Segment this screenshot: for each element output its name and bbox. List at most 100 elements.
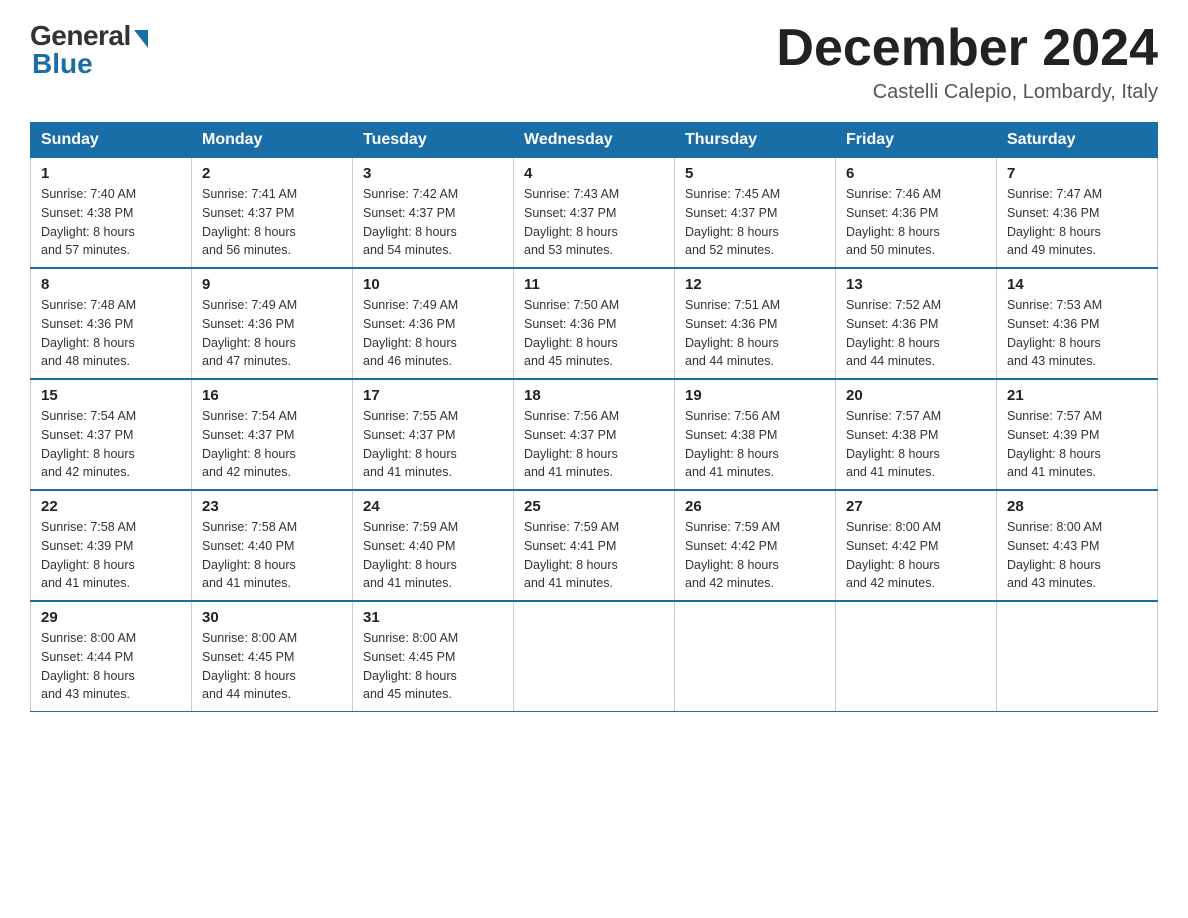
calendar-table: Sunday Monday Tuesday Wednesday Thursday… [30,122,1158,712]
day-info: Sunrise: 7:59 AM Sunset: 4:42 PM Dayligh… [685,518,825,593]
table-row: 30 Sunrise: 8:00 AM Sunset: 4:45 PM Dayl… [192,601,353,712]
day-info: Sunrise: 7:45 AM Sunset: 4:37 PM Dayligh… [685,185,825,260]
calendar-week-row: 1 Sunrise: 7:40 AM Sunset: 4:38 PM Dayli… [31,158,1158,269]
calendar-week-row: 22 Sunrise: 7:58 AM Sunset: 4:39 PM Dayl… [31,490,1158,601]
table-row: 20 Sunrise: 7:57 AM Sunset: 4:38 PM Dayl… [836,379,997,490]
day-number: 28 [1007,498,1147,515]
day-info: Sunrise: 8:00 AM Sunset: 4:43 PM Dayligh… [1007,518,1147,593]
day-number: 1 [41,165,181,182]
day-number: 23 [202,498,342,515]
table-row: 28 Sunrise: 8:00 AM Sunset: 4:43 PM Dayl… [997,490,1158,601]
table-row: 17 Sunrise: 7:55 AM Sunset: 4:37 PM Dayl… [353,379,514,490]
table-row: 8 Sunrise: 7:48 AM Sunset: 4:36 PM Dayli… [31,268,192,379]
logo-arrow-icon [134,30,148,48]
day-info: Sunrise: 7:41 AM Sunset: 4:37 PM Dayligh… [202,185,342,260]
day-info: Sunrise: 7:46 AM Sunset: 4:36 PM Dayligh… [846,185,986,260]
day-number: 17 [363,387,503,404]
calendar-week-row: 8 Sunrise: 7:48 AM Sunset: 4:36 PM Dayli… [31,268,1158,379]
page-header: General Blue December 2024 Castelli Cale… [30,20,1158,104]
day-number: 4 [524,165,664,182]
day-info: Sunrise: 7:55 AM Sunset: 4:37 PM Dayligh… [363,407,503,482]
logo: General Blue [30,20,148,80]
day-info: Sunrise: 7:51 AM Sunset: 4:36 PM Dayligh… [685,296,825,371]
header-saturday: Saturday [997,123,1158,158]
header-friday: Friday [836,123,997,158]
day-number: 24 [363,498,503,515]
day-number: 27 [846,498,986,515]
header-row: Sunday Monday Tuesday Wednesday Thursday… [31,123,1158,158]
day-info: Sunrise: 7:48 AM Sunset: 4:36 PM Dayligh… [41,296,181,371]
table-row [514,601,675,712]
day-number: 25 [524,498,664,515]
month-title: December 2024 [776,20,1158,77]
logo-blue-text: Blue [32,48,93,80]
table-row: 1 Sunrise: 7:40 AM Sunset: 4:38 PM Dayli… [31,158,192,269]
day-info: Sunrise: 8:00 AM Sunset: 4:45 PM Dayligh… [363,629,503,704]
title-area: December 2024 Castelli Calepio, Lombardy… [776,20,1158,104]
header-tuesday: Tuesday [353,123,514,158]
table-row: 26 Sunrise: 7:59 AM Sunset: 4:42 PM Dayl… [675,490,836,601]
day-number: 13 [846,276,986,293]
day-info: Sunrise: 7:43 AM Sunset: 4:37 PM Dayligh… [524,185,664,260]
header-thursday: Thursday [675,123,836,158]
table-row: 29 Sunrise: 8:00 AM Sunset: 4:44 PM Dayl… [31,601,192,712]
table-row: 31 Sunrise: 8:00 AM Sunset: 4:45 PM Dayl… [353,601,514,712]
table-row: 4 Sunrise: 7:43 AM Sunset: 4:37 PM Dayli… [514,158,675,269]
day-info: Sunrise: 7:56 AM Sunset: 4:37 PM Dayligh… [524,407,664,482]
day-info: Sunrise: 7:56 AM Sunset: 4:38 PM Dayligh… [685,407,825,482]
table-row: 14 Sunrise: 7:53 AM Sunset: 4:36 PM Dayl… [997,268,1158,379]
day-info: Sunrise: 7:54 AM Sunset: 4:37 PM Dayligh… [202,407,342,482]
table-row: 9 Sunrise: 7:49 AM Sunset: 4:36 PM Dayli… [192,268,353,379]
day-number: 31 [363,609,503,626]
calendar-week-row: 29 Sunrise: 8:00 AM Sunset: 4:44 PM Dayl… [31,601,1158,712]
day-number: 9 [202,276,342,293]
day-info: Sunrise: 7:54 AM Sunset: 4:37 PM Dayligh… [41,407,181,482]
day-number: 26 [685,498,825,515]
header-sunday: Sunday [31,123,192,158]
table-row: 24 Sunrise: 7:59 AM Sunset: 4:40 PM Dayl… [353,490,514,601]
table-row: 11 Sunrise: 7:50 AM Sunset: 4:36 PM Dayl… [514,268,675,379]
header-monday: Monday [192,123,353,158]
day-number: 19 [685,387,825,404]
day-number: 3 [363,165,503,182]
table-row [836,601,997,712]
day-number: 8 [41,276,181,293]
day-info: Sunrise: 7:49 AM Sunset: 4:36 PM Dayligh… [202,296,342,371]
day-number: 30 [202,609,342,626]
table-row: 5 Sunrise: 7:45 AM Sunset: 4:37 PM Dayli… [675,158,836,269]
day-info: Sunrise: 7:53 AM Sunset: 4:36 PM Dayligh… [1007,296,1147,371]
day-number: 22 [41,498,181,515]
day-info: Sunrise: 7:57 AM Sunset: 4:38 PM Dayligh… [846,407,986,482]
day-number: 20 [846,387,986,404]
table-row [997,601,1158,712]
day-info: Sunrise: 7:42 AM Sunset: 4:37 PM Dayligh… [363,185,503,260]
table-row: 10 Sunrise: 7:49 AM Sunset: 4:36 PM Dayl… [353,268,514,379]
day-info: Sunrise: 7:59 AM Sunset: 4:40 PM Dayligh… [363,518,503,593]
day-info: Sunrise: 8:00 AM Sunset: 4:44 PM Dayligh… [41,629,181,704]
table-row [675,601,836,712]
day-info: Sunrise: 7:58 AM Sunset: 4:40 PM Dayligh… [202,518,342,593]
day-number: 6 [846,165,986,182]
day-info: Sunrise: 7:52 AM Sunset: 4:36 PM Dayligh… [846,296,986,371]
header-wednesday: Wednesday [514,123,675,158]
day-number: 10 [363,276,503,293]
table-row: 22 Sunrise: 7:58 AM Sunset: 4:39 PM Dayl… [31,490,192,601]
day-number: 21 [1007,387,1147,404]
day-number: 18 [524,387,664,404]
day-info: Sunrise: 7:58 AM Sunset: 4:39 PM Dayligh… [41,518,181,593]
table-row: 23 Sunrise: 7:58 AM Sunset: 4:40 PM Dayl… [192,490,353,601]
day-number: 15 [41,387,181,404]
table-row: 12 Sunrise: 7:51 AM Sunset: 4:36 PM Dayl… [675,268,836,379]
table-row: 19 Sunrise: 7:56 AM Sunset: 4:38 PM Dayl… [675,379,836,490]
day-info: Sunrise: 7:57 AM Sunset: 4:39 PM Dayligh… [1007,407,1147,482]
table-row: 15 Sunrise: 7:54 AM Sunset: 4:37 PM Dayl… [31,379,192,490]
day-number: 11 [524,276,664,293]
table-row: 13 Sunrise: 7:52 AM Sunset: 4:36 PM Dayl… [836,268,997,379]
day-info: Sunrise: 7:47 AM Sunset: 4:36 PM Dayligh… [1007,185,1147,260]
table-row: 16 Sunrise: 7:54 AM Sunset: 4:37 PM Dayl… [192,379,353,490]
table-row: 18 Sunrise: 7:56 AM Sunset: 4:37 PM Dayl… [514,379,675,490]
table-row: 3 Sunrise: 7:42 AM Sunset: 4:37 PM Dayli… [353,158,514,269]
day-info: Sunrise: 7:50 AM Sunset: 4:36 PM Dayligh… [524,296,664,371]
day-number: 7 [1007,165,1147,182]
table-row: 21 Sunrise: 7:57 AM Sunset: 4:39 PM Dayl… [997,379,1158,490]
